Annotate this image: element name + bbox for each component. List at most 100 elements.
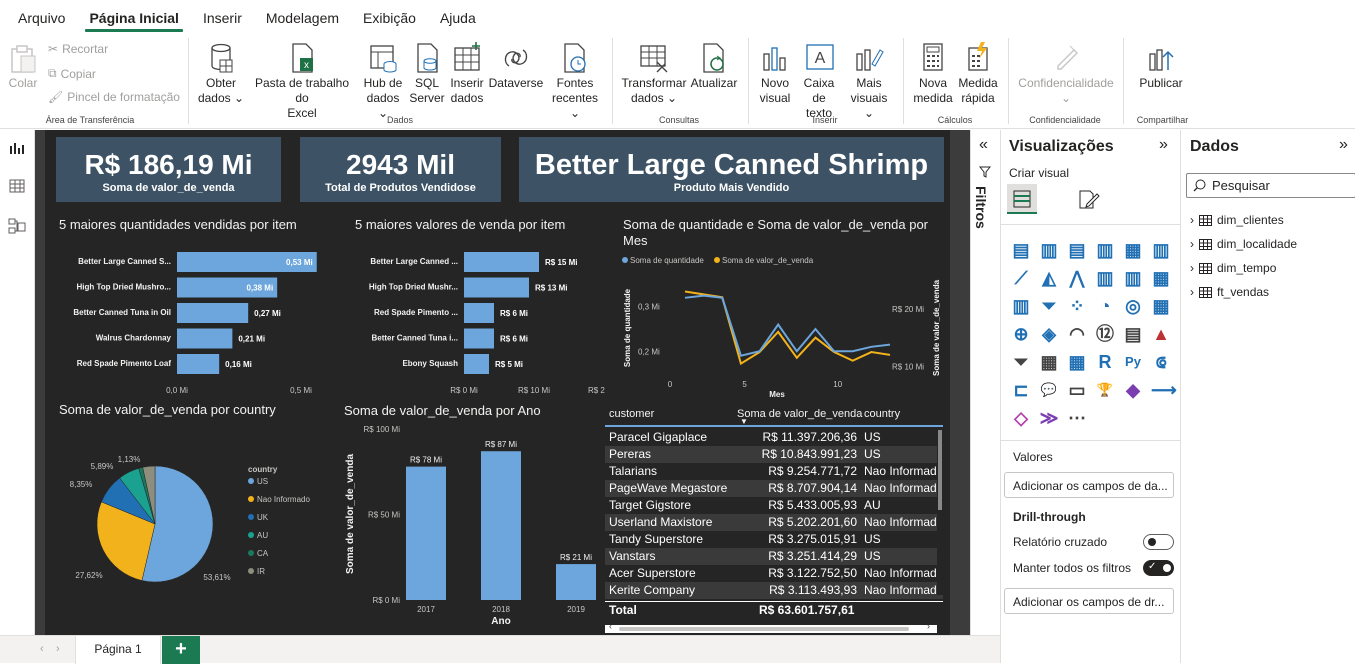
data-table-item[interactable]: › dim_tempo bbox=[1190, 261, 1276, 275]
power-automate-icon[interactable]: ⟶ bbox=[1151, 380, 1177, 400]
waterfall-chart-icon[interactable]: ▥ bbox=[1011, 296, 1031, 316]
report-view-icon[interactable] bbox=[7, 138, 27, 158]
card-icon[interactable]: ⑫ bbox=[1095, 324, 1115, 344]
drillthrough-drop-field[interactable]: Adicionar os campos de dr... bbox=[1004, 588, 1174, 614]
format-painter-button[interactable]: 🖌 Pincel de formatação bbox=[48, 90, 180, 104]
multi-row-card-icon[interactable]: ▤ bbox=[1123, 324, 1143, 344]
100-column-chart-icon[interactable]: ▥ bbox=[1151, 240, 1171, 260]
table-row[interactable]: Talarians R$ 9.254.771,72 Nao Informado bbox=[605, 463, 943, 480]
scatter-chart-icon[interactable]: ⁘ bbox=[1067, 296, 1087, 316]
chevrons-icon[interactable]: ≫ bbox=[1039, 408, 1059, 428]
menu-modelagem[interactable]: Modelagem bbox=[254, 10, 351, 34]
menu-ajuda[interactable]: Ajuda bbox=[428, 10, 488, 34]
more-visuals-button[interactable]: Mais visuais ⌄ bbox=[844, 42, 894, 121]
table-row[interactable]: Acer Superstore R$ 3.122.752,50 Nao Inform… bbox=[605, 565, 943, 582]
collapse-right-icon[interactable]: » bbox=[1159, 136, 1168, 154]
copy-button[interactable]: ⧉ Copiar bbox=[48, 66, 96, 81]
line-clustered-chart-icon[interactable]: ▥ bbox=[1123, 268, 1143, 288]
table-row[interactable]: Tandy Superstore R$ 3.275.015,91 US bbox=[605, 531, 943, 548]
new-visual-button[interactable]: Novo visual bbox=[755, 42, 795, 106]
100-bar-chart-icon[interactable]: ▦ bbox=[1123, 240, 1143, 260]
gauge-icon[interactable]: ◠ bbox=[1067, 324, 1087, 344]
clustered-column-chart-icon[interactable]: ▥ bbox=[1095, 240, 1115, 260]
data-hub-button[interactable]: Hub de dados ⌄ bbox=[360, 42, 406, 121]
prev-page-icon[interactable]: ‹ bbox=[40, 643, 44, 655]
customer-table[interactable]: customer Soma de valor_de_venda ▼ countr… bbox=[605, 405, 943, 635]
vscroll-thumb[interactable] bbox=[938, 430, 942, 510]
power-apps-icon[interactable]: ◆ bbox=[1123, 380, 1143, 400]
pie-chart-icon[interactable]: ◔ bbox=[1095, 296, 1115, 316]
quick-measure-button[interactable]: Medida rápida bbox=[955, 42, 1001, 106]
keep-filters-toggle[interactable]: ✓ bbox=[1143, 560, 1174, 576]
refresh-button[interactable]: Atualizar bbox=[689, 42, 739, 91]
kpi-card-top-product[interactable]: Better Large Canned Shrimp Produto Mais … bbox=[519, 137, 944, 202]
r-visual-icon[interactable]: R bbox=[1095, 352, 1115, 372]
chart-year[interactable]: R$ 78 Mi 2017 R$ 87 Mi 2018 R$ 21 Mi 2019 R$ 1… bbox=[340, 420, 600, 630]
header-sales[interactable]: Soma de valor_de_venda bbox=[737, 408, 862, 420]
line-chart-icon[interactable]: ⟋ bbox=[1011, 268, 1031, 288]
table-row[interactable]: PageWave Megastore R$ 8.707.904,14 Nao Inf… bbox=[605, 480, 943, 497]
format-visual-tab[interactable] bbox=[1077, 188, 1101, 215]
filters-pane-collapsed[interactable]: « Filtros bbox=[970, 130, 1000, 635]
chart-qty[interactable]: Better Large Canned S... 0,53 Mi High Top … bbox=[55, 240, 340, 400]
chart-line[interactable]: Soma de quantidade Soma de valor_de_venda… bbox=[605, 250, 945, 400]
scrollbar-thumb[interactable] bbox=[619, 627, 909, 631]
header-customer[interactable]: customer bbox=[609, 408, 654, 420]
stacked-bar-chart-icon[interactable]: ▤ bbox=[1011, 240, 1031, 260]
line-column-chart-icon[interactable]: ▥ bbox=[1095, 268, 1115, 288]
values-drop-field[interactable]: Adicionar os campos de da... bbox=[1004, 472, 1174, 498]
scroll-right-icon[interactable]: › bbox=[927, 621, 930, 631]
table-row[interactable]: Paracel Gigaplace R$ 11.397.206,36 US bbox=[605, 429, 943, 446]
table-row[interactable]: Vanstars R$ 3.251.414,29 US bbox=[605, 548, 943, 565]
chart-pie[interactable]: 53,61% 27,62% 8,35% 5,89% 1,13% country US Nao … bbox=[55, 420, 340, 630]
insert-data-button[interactable]: Inserir dados bbox=[448, 42, 486, 106]
table-row[interactable]: Target Gigstore R$ 5.433.005,93 AU bbox=[605, 497, 943, 514]
table-row[interactable]: Userland Maxistore R$ 5.202.201,60 Nao Inf… bbox=[605, 514, 943, 531]
qa-icon[interactable]: 💬 bbox=[1039, 380, 1059, 400]
key-influencers-icon[interactable]: ⟃ bbox=[1151, 352, 1171, 372]
decomposition-tree-icon[interactable]: ⊏ bbox=[1011, 380, 1031, 400]
sensitivity-button[interactable]: Confidencialidade ⌄ bbox=[1016, 42, 1116, 106]
data-table-item[interactable]: › ft_vendas bbox=[1190, 285, 1269, 299]
collapse-right-icon[interactable]: » bbox=[1339, 136, 1348, 154]
chart-val[interactable]: Better Large Canned ... R$ 15 Mi High Top … bbox=[350, 240, 605, 400]
scroll-left-icon[interactable]: ‹ bbox=[609, 621, 612, 631]
transform-data-button[interactable]: Transformar dados ⌄ bbox=[620, 42, 688, 106]
menu-exibicao[interactable]: Exibição bbox=[351, 10, 428, 34]
table-row[interactable]: Pereras R$ 10.843.991,23 US bbox=[605, 446, 943, 463]
sql-server-button[interactable]: SQL Server bbox=[408, 42, 446, 106]
treemap-icon[interactable]: ▦ bbox=[1151, 296, 1171, 316]
menu-inserir[interactable]: Inserir bbox=[191, 10, 254, 34]
table-row[interactable]: Kerite Company R$ 3.113.493,93 Nao Informa… bbox=[605, 582, 943, 599]
menu-pagina-inicial[interactable]: Página Inicial bbox=[77, 10, 190, 34]
paste-button[interactable]: Colar bbox=[6, 44, 40, 91]
header-country[interactable]: country bbox=[864, 408, 900, 420]
clustered-bar-chart-icon[interactable]: ▤ bbox=[1067, 240, 1087, 260]
cross-report-toggle[interactable] bbox=[1143, 534, 1174, 550]
funnel-chart-icon[interactable]: ⏷ bbox=[1039, 296, 1059, 316]
expand-left-icon[interactable]: « bbox=[979, 136, 988, 154]
dataverse-button[interactable]: Dataverse bbox=[488, 42, 544, 91]
filled-map-icon[interactable]: ◈ bbox=[1039, 324, 1059, 344]
more-options-icon[interactable]: ⋯ bbox=[1067, 408, 1087, 428]
add-page-button[interactable]: + bbox=[162, 636, 200, 664]
stacked-column-chart-icon[interactable]: ▥ bbox=[1039, 240, 1059, 260]
table-view-icon[interactable] bbox=[7, 176, 27, 196]
area-chart-icon[interactable]: ◭ bbox=[1039, 268, 1059, 288]
slicer-icon[interactable]: ⏷ bbox=[1011, 352, 1031, 372]
table-vertical-scrollbar[interactable] bbox=[937, 430, 943, 595]
model-view-icon[interactable] bbox=[7, 216, 27, 236]
donut-chart-icon[interactable]: ◎ bbox=[1123, 296, 1143, 316]
table-visual-icon[interactable]: ▦ bbox=[1039, 352, 1059, 372]
data-search-box[interactable]: Pesquisar bbox=[1186, 173, 1355, 198]
kpi-card-products[interactable]: 2943 Mil Total de Produtos Vendidose bbox=[300, 137, 501, 202]
paginated-report-icon[interactable]: ▭ bbox=[1067, 380, 1087, 400]
kpi-icon[interactable]: ▲ bbox=[1151, 324, 1171, 344]
ribbon-chart-icon[interactable]: ▦ bbox=[1151, 268, 1171, 288]
build-visual-tab[interactable] bbox=[1007, 184, 1037, 214]
cut-button[interactable]: ✂ Recortar bbox=[48, 42, 108, 56]
matrix-icon[interactable]: ▦ bbox=[1067, 352, 1087, 372]
python-visual-icon[interactable]: Py bbox=[1123, 352, 1143, 372]
publish-button[interactable]: Publicar bbox=[1133, 42, 1189, 91]
stacked-area-chart-icon[interactable]: ⋀ bbox=[1067, 268, 1087, 288]
